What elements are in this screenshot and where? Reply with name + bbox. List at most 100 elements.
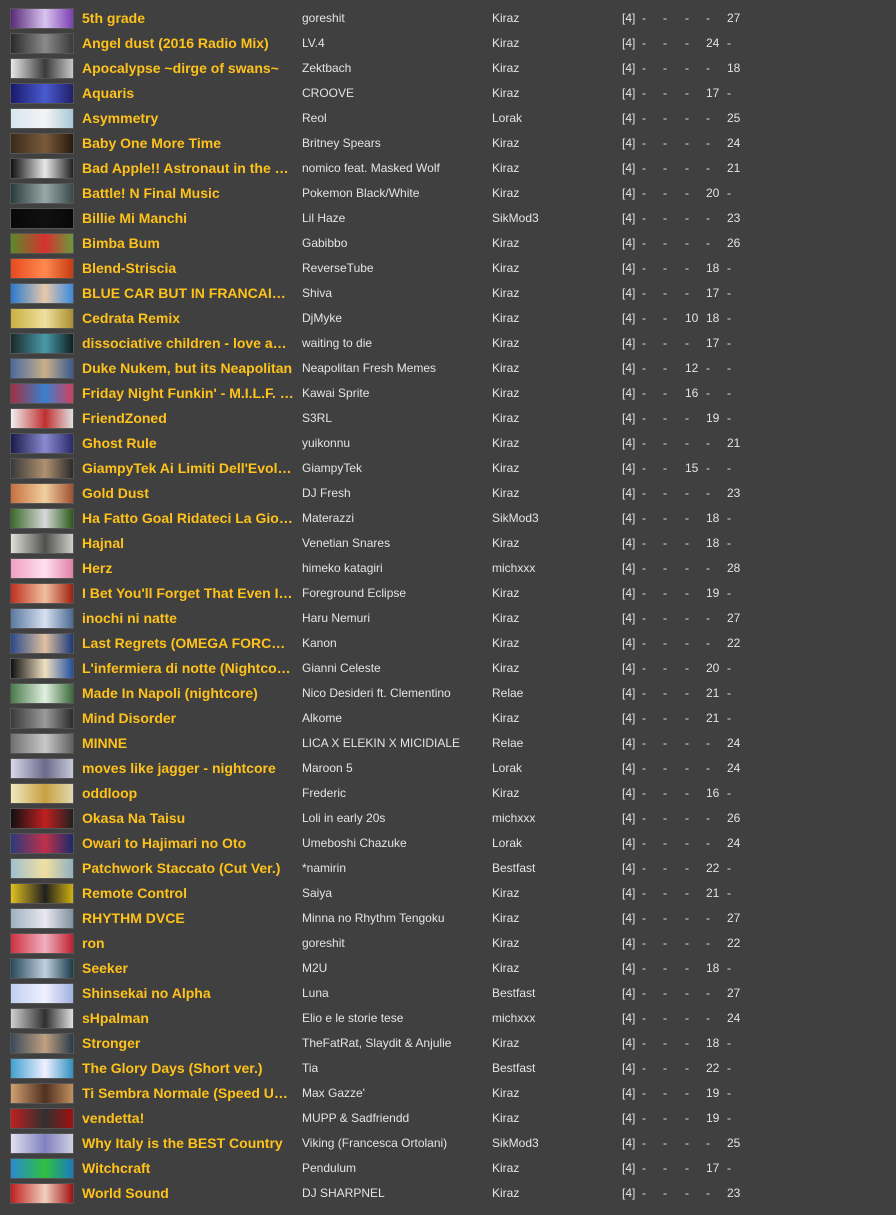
song-title[interactable]: Okasa Na Taisu [82, 810, 294, 827]
song-row[interactable]: Okasa Na Taisu Loli in early 20s michxxx [4… [0, 806, 896, 831]
song-row[interactable]: Mind Disorder Alkome Kiraz [4] - - -21- [0, 706, 896, 731]
song-row[interactable]: Aquaris CROOVE Kiraz [4] - - -17- [0, 81, 896, 106]
song-row[interactable]: vendetta! MUPP & Sadfriendd Kiraz [4] - - -19- [0, 1106, 896, 1131]
song-mapper: Kiraz [492, 461, 520, 475]
song-title[interactable]: Made In Napoli (nightcore) [82, 685, 294, 702]
song-title[interactable]: Billie Mi Manchi [82, 210, 294, 227]
song-title[interactable]: Gold Dust [82, 485, 294, 502]
song-row[interactable]: 5th grade goreshit Kiraz [4] - - - -27 [0, 6, 896, 31]
song-title[interactable]: BLUE CAR BUT IN FRANCAIS ... [82, 285, 294, 302]
song-title[interactable]: Duke Nukem, but its Neapolitan [82, 360, 294, 377]
song-title[interactable]: I Bet You'll Forget That Even If ... [82, 585, 294, 602]
song-row[interactable]: The Glory Days (Short ver.) Tia Bestfast [4… [0, 1056, 896, 1081]
song-row[interactable]: Billie Mi Manchi Lil Haze SikMod3 [4] - - - -23 [0, 206, 896, 231]
song-title[interactable]: Cedrata Remix [82, 310, 294, 327]
song-row[interactable]: inochi ni natte Haru Nemuri Kiraz [4] - - - -27 [0, 606, 896, 631]
song-row[interactable]: Duke Nukem, but its Neapolitan Neapolitan… [0, 356, 896, 381]
song-row[interactable]: ron goreshit Kiraz [4] - - - -22 [0, 931, 896, 956]
song-title[interactable]: FriendZoned [82, 410, 294, 427]
song-row[interactable]: Made In Napoli (nightcore) Nico Desideri … [0, 681, 896, 706]
song-row[interactable]: I Bet You'll Forget That Even If ... Fore… [0, 581, 896, 606]
song-row[interactable]: Ghost Rule yuikonnu Kiraz [4] - - - -21 [0, 431, 896, 456]
song-title[interactable]: World Sound [82, 1185, 294, 1202]
song-row[interactable]: Blend-Striscia ReverseTube Kiraz [4] - - -18- [0, 256, 896, 281]
song-title[interactable]: Asymmetry [82, 110, 294, 127]
song-title[interactable]: Angel dust (2016 Radio Mix) [82, 35, 294, 52]
song-row[interactable]: sHpalman Elio e le storie tese michxxx [4] -… [0, 1006, 896, 1031]
song-mapper: Lorak [492, 836, 523, 850]
song-title[interactable]: Herz [82, 560, 294, 577]
song-title[interactable]: ron [82, 935, 294, 952]
song-title[interactable]: Owari to Hajimari no Oto [82, 835, 294, 852]
song-title[interactable]: 5th grade [82, 10, 294, 27]
song-title[interactable]: Stronger [82, 1035, 294, 1052]
song-row[interactable]: Seeker M2U Kiraz [4] - - -18- [0, 956, 896, 981]
song-row[interactable]: GiampyTek Ai Limiti Dell'Evoluto GiampyTe… [0, 456, 896, 481]
song-title[interactable]: Patchwork Staccato (Cut Ver.) [82, 860, 294, 877]
song-row[interactable]: Shinsekai no Alpha Luna Bestfast [4] - - - -27 [0, 981, 896, 1006]
song-row[interactable]: Baby One More Time Britney Spears Kiraz [4]… [0, 131, 896, 156]
song-row[interactable]: Patchwork Staccato (Cut Ver.) *namirin Bes… [0, 856, 896, 881]
song-title[interactable]: Bimba Bum [82, 235, 294, 252]
song-title[interactable]: Remote Control [82, 885, 294, 902]
song-row[interactable]: World Sound DJ SHARPNEL Kiraz [4] - - - -23 [0, 1181, 896, 1206]
song-row[interactable]: Stronger TheFatRat, Slaydit & Anjulie Kira… [0, 1031, 896, 1056]
song-row[interactable]: Last Regrets (OMEGA FORCE ... Kanon Kiraz [… [0, 631, 896, 656]
song-row[interactable]: RHYTHM DVCE Minna no Rhythm Tengoku Kiraz [… [0, 906, 896, 931]
song-title[interactable]: Apocalypse ~dirge of swans~ [82, 60, 294, 77]
song-title[interactable]: Blend-Striscia [82, 260, 294, 277]
song-row[interactable]: Why Italy is the BEST Country Viking (Fra… [0, 1131, 896, 1156]
song-title[interactable]: RHYTHM DVCE [82, 910, 294, 927]
song-title[interactable]: MINNE [82, 735, 294, 752]
song-title[interactable]: Aquaris [82, 85, 294, 102]
song-row[interactable]: Hajnal Venetian Snares Kiraz [4] - - -18- [0, 531, 896, 556]
song-row[interactable]: Gold Dust DJ Fresh Kiraz [4] - - - -23 [0, 481, 896, 506]
song-row[interactable]: Friday Night Funkin' - M.I.L.F. (B... Kaw… [0, 381, 896, 406]
song-row[interactable]: L'infermiera di notte (Nightcore) Gianni … [0, 656, 896, 681]
song-row[interactable]: Witchcraft Pendulum Kiraz [4] - - -17- [0, 1156, 896, 1181]
song-title[interactable]: oddloop [82, 785, 294, 802]
song-row[interactable]: FriendZoned S3RL Kiraz [4] - - -19- [0, 406, 896, 431]
song-row[interactable]: Ha Fatto Goal Ridateci La Gioc... Materaz… [0, 506, 896, 531]
song-title[interactable]: Battle! N Final Music [82, 185, 294, 202]
song-row[interactable]: Bimba Bum Gabibbo Kiraz [4] - - - -26 [0, 231, 896, 256]
song-row[interactable]: moves like jagger - nightcore Maroon 5 Lor… [0, 756, 896, 781]
song-row[interactable]: Apocalypse ~dirge of swans~ Zektbach Kiraz… [0, 56, 896, 81]
song-title[interactable]: Ghost Rule [82, 435, 294, 452]
song-row[interactable]: Battle! N Final Music Pokemon Black/White… [0, 181, 896, 206]
song-row[interactable]: Cedrata Remix DjMyke Kiraz [4] - -10 18- [0, 306, 896, 331]
song-row[interactable]: Asymmetry Reol Lorak [4] - - - -25 [0, 106, 896, 131]
song-row[interactable]: Bad Apple!! Astronaut in the Oce... nomic… [0, 156, 896, 181]
song-row[interactable]: Angel dust (2016 Radio Mix) LV.4 Kiraz [4] -… [0, 31, 896, 56]
song-row[interactable]: Ti Sembra Normale (Speed Up... Max Gazze'… [0, 1081, 896, 1106]
song-row[interactable]: oddloop Frederic Kiraz [4] - - -16- [0, 781, 896, 806]
song-title[interactable]: Seeker [82, 960, 294, 977]
song-row[interactable]: BLUE CAR BUT IN FRANCAIS ... Shiva Kiraz [4… [0, 281, 896, 306]
song-row[interactable]: dissociative children - love addict ... w… [0, 331, 896, 356]
song-title[interactable]: L'infermiera di notte (Nightcore) [82, 660, 294, 677]
song-title[interactable]: sHpalman [82, 1010, 294, 1027]
song-title[interactable]: Witchcraft [82, 1160, 294, 1177]
song-title[interactable]: GiampyTek Ai Limiti Dell'Evoluto [82, 460, 294, 477]
song-title[interactable]: Friday Night Funkin' - M.I.L.F. (B... [82, 385, 294, 402]
song-title[interactable]: Hajnal [82, 535, 294, 552]
song-row[interactable]: Owari to Hajimari no Oto Umeboshi Chazuke… [0, 831, 896, 856]
song-title[interactable]: Last Regrets (OMEGA FORCE ... [82, 635, 294, 652]
song-title[interactable]: Mind Disorder [82, 710, 294, 727]
song-title[interactable]: moves like jagger - nightcore [82, 760, 294, 777]
song-mapper: michxxx [492, 1011, 536, 1025]
song-mapper: Kiraz [492, 186, 520, 200]
song-title[interactable]: vendetta! [82, 1110, 294, 1127]
song-title[interactable]: Baby One More Time [82, 135, 294, 152]
song-row[interactable]: Remote Control Saiya Kiraz [4] - - -21- [0, 881, 896, 906]
song-title[interactable]: The Glory Days (Short ver.) [82, 1060, 294, 1077]
song-title[interactable]: Why Italy is the BEST Country [82, 1135, 294, 1152]
song-title[interactable]: Ti Sembra Normale (Speed Up... [82, 1085, 294, 1102]
song-title[interactable]: Shinsekai no Alpha [82, 985, 294, 1002]
song-title[interactable]: dissociative children - love addict ... [82, 335, 294, 352]
song-row[interactable]: MINNE LICA X ELEKIN X MICIDIALE Relae [4] - -… [0, 731, 896, 756]
song-row[interactable]: Herz himeko katagiri michxxx [4] - - - -28 [0, 556, 896, 581]
song-title[interactable]: inochi ni natte [82, 610, 294, 627]
song-title[interactable]: Ha Fatto Goal Ridateci La Gioc... [82, 510, 294, 527]
song-title[interactable]: Bad Apple!! Astronaut in the Oce... [82, 160, 294, 177]
